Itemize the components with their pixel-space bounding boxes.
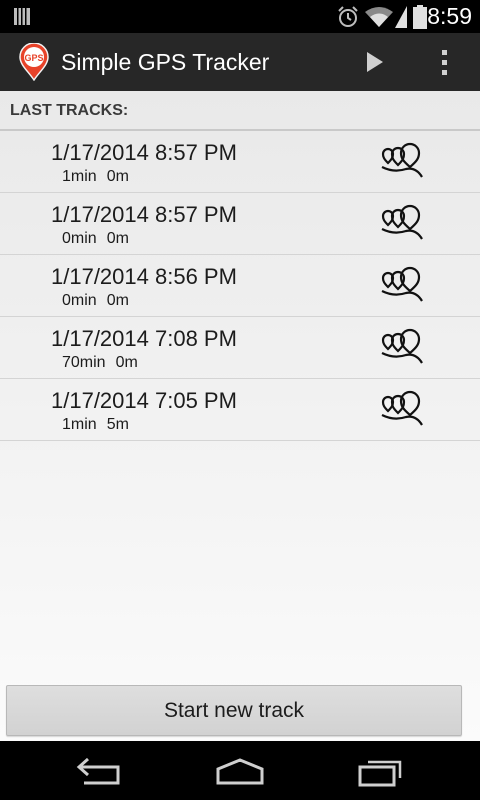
- battery-icon: [413, 5, 427, 29]
- track-stats: 1min 5m: [62, 415, 129, 435]
- map-pins-icon[interactable]: [378, 327, 426, 369]
- section-header-label: LAST TRACKS:: [10, 102, 129, 119]
- track-date: 1/17/2014 8:57 PM: [51, 140, 237, 165]
- track-duration: 1min: [62, 416, 97, 433]
- content-area: LAST TRACKS: 1/17/2014 8:57 PM 1min 0m 1/…: [0, 91, 480, 741]
- track-date: 1/17/2014 8:56 PM: [51, 264, 237, 289]
- navigation-bar: [0, 741, 480, 800]
- track-duration: 1min: [62, 168, 97, 185]
- track-date: 1/17/2014 7:05 PM: [51, 388, 237, 413]
- app-icon-text: GPS: [24, 53, 43, 63]
- track-list: 1/17/2014 8:57 PM 1min 0m 1/17/2014 8:57 …: [0, 131, 480, 441]
- start-new-track-button[interactable]: Start new track: [6, 685, 462, 736]
- track-row[interactable]: 1/17/2014 8:56 PM 0min 0m: [0, 255, 480, 317]
- track-distance: 5m: [106, 416, 129, 433]
- track-date: 1/17/2014 8:57 PM: [51, 202, 237, 227]
- track-stats: 70min 0m: [62, 353, 138, 373]
- gps-pin-icon[interactable]: GPS: [18, 43, 50, 81]
- track-duration: 70min: [62, 354, 106, 371]
- track-row[interactable]: 1/17/2014 7:05 PM 1min 5m: [0, 379, 480, 441]
- section-header: LAST TRACKS:: [0, 91, 480, 131]
- track-duration: 0min: [62, 292, 97, 309]
- storage-icon: [14, 8, 30, 25]
- status-bar: 8:59: [0, 0, 480, 33]
- track-stats: 1min 0m: [62, 167, 129, 187]
- track-duration: 0min: [62, 230, 97, 247]
- play-icon[interactable]: [352, 39, 396, 85]
- track-stats: 0min 0m: [62, 229, 129, 249]
- action-bar: GPS Simple GPS Tracker: [0, 33, 480, 91]
- alarm-icon: [338, 6, 358, 27]
- track-distance: 0m: [115, 354, 138, 371]
- map-pins-icon[interactable]: [378, 141, 426, 183]
- track-row[interactable]: 1/17/2014 8:57 PM 0min 0m: [0, 193, 480, 255]
- back-icon[interactable]: [70, 753, 130, 789]
- track-date: 1/17/2014 7:08 PM: [51, 326, 237, 351]
- app-title: Simple GPS Tracker: [61, 49, 270, 75]
- status-clock: 8:59: [427, 3, 472, 29]
- signal-icon: [395, 6, 407, 28]
- track-stats: 0min 0m: [62, 291, 129, 311]
- recents-icon[interactable]: [350, 753, 410, 789]
- track-distance: 0m: [106, 292, 129, 309]
- map-pins-icon[interactable]: [378, 203, 426, 245]
- wifi-icon: [365, 7, 393, 27]
- track-row[interactable]: 1/17/2014 7:08 PM 70min 0m: [0, 317, 480, 379]
- map-pins-icon[interactable]: [378, 265, 426, 307]
- home-icon[interactable]: [210, 753, 270, 789]
- track-distance: 0m: [106, 230, 129, 247]
- track-row[interactable]: 1/17/2014 8:57 PM 1min 0m: [0, 131, 480, 193]
- track-distance: 0m: [106, 168, 129, 185]
- overflow-menu-icon[interactable]: [428, 39, 462, 85]
- map-pins-icon[interactable]: [378, 389, 426, 431]
